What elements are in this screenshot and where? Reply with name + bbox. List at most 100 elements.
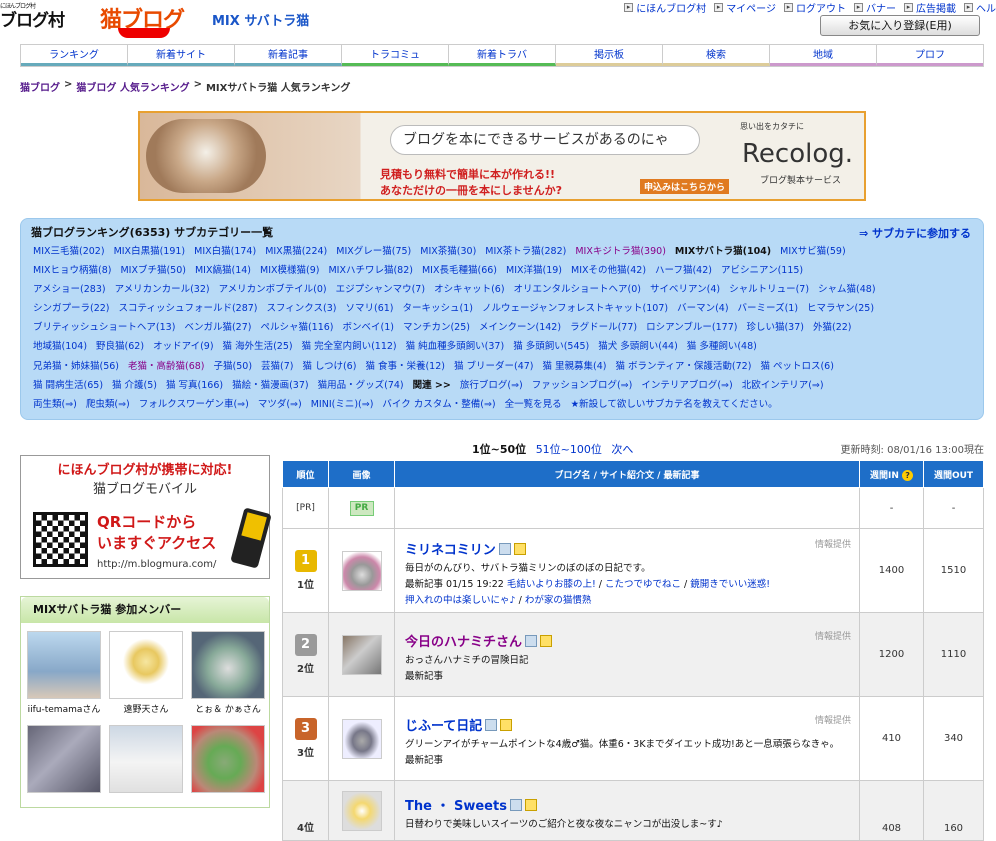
latest-link[interactable]: こたつでゆでねこ — [605, 579, 681, 590]
subcategory-link[interactable]: マンチカン(25) — [403, 322, 470, 333]
subcategory-link[interactable]: 芸猫(7) — [261, 361, 293, 372]
subcategory-link[interactable]: MIX長毛種猫(66) — [422, 265, 497, 276]
star-icon[interactable] — [524, 798, 537, 811]
tab-new-trackbacks[interactable]: 新着トラバ — [449, 45, 556, 66]
top-link-logout[interactable]: ▸ ログアウト — [784, 0, 846, 15]
subcategory-link[interactable]: 珍しい猫(37) — [746, 322, 804, 333]
ad-banner[interactable]: ブログを本にできるサービスがあるのにゃ 見積もり無料で簡単に本が作れる!! あな… — [138, 111, 866, 201]
subcategory-link[interactable]: 外猫(22) — [813, 322, 852, 333]
subcategory-link[interactable]: MIX黒猫(224) — [265, 246, 327, 257]
subcategory-link[interactable]: 猫 ボランティア・保護活動(72) — [615, 361, 751, 372]
subcategory-link[interactable]: 猫 里親募集(4) — [543, 361, 607, 372]
subcategory-link[interactable]: 猫 完全室内飼い(112) — [302, 341, 397, 352]
subcategory-link[interactable]: オリエンタルショートヘア(0) — [514, 284, 641, 295]
subcategory-link[interactable]: 猫用品・グッズ(74) — [318, 380, 404, 391]
subcategory-link[interactable]: MIX茶トラ猫(282) — [485, 246, 566, 257]
subcategory-link[interactable]: 子猫(50) — [214, 361, 253, 372]
latest-link[interactable]: わが家の猫慣熟 — [525, 595, 592, 606]
favorite-button[interactable]: お気に入り登録(E用) — [820, 15, 980, 36]
subcategory-link[interactable]: 旅行ブログ(⇒) — [460, 380, 523, 391]
subcategory-link[interactable]: ラグドール(77) — [570, 322, 637, 333]
subcategory-link[interactable]: マツダ(⇒) — [258, 399, 302, 410]
subcategory-link[interactable]: 猫 ペットロス(6) — [760, 361, 833, 372]
subcategory-link[interactable]: シャルトリュー(7) — [729, 284, 809, 295]
subcategory-link[interactable]: メインクーン(142) — [479, 322, 561, 333]
blog-thumbnail[interactable] — [341, 790, 382, 831]
subcategory-link[interactable]: MIXグレー猫(75) — [336, 246, 411, 257]
blog-name-link[interactable]: じふーて日記 — [405, 715, 853, 734]
subcategory-link[interactable]: アビシニアン(115) — [721, 265, 803, 276]
subcategory-link[interactable]: ヒマラヤン(25) — [807, 303, 874, 314]
profile-icon[interactable] — [498, 542, 511, 555]
star-icon[interactable] — [500, 718, 513, 731]
latest-link[interactable]: 鏡開きでいい迷惑! — [690, 579, 770, 590]
subcategory-link[interactable]: 兄弟猫・姉妹猫(56) — [33, 361, 119, 372]
tab-board[interactable]: 掲示板 — [556, 45, 663, 66]
subcategory-link[interactable]: MIXヒョウ柄猫(8) — [33, 265, 111, 276]
blog-name-link[interactable]: 今日のハナミチさん — [405, 631, 853, 650]
subcategory-link[interactable]: 猫 写真(166) — [166, 380, 223, 391]
pager-next-range[interactable]: 51位~100位 — [536, 443, 602, 456]
banner-cta[interactable]: 申込みはこちらから — [640, 179, 730, 194]
top-link-banner[interactable]: ▸ バナー — [854, 0, 896, 15]
top-link-home[interactable]: ▸ にほんブログ村 — [624, 0, 706, 15]
top-link-ads[interactable]: ▸ 広告掲載 — [904, 0, 956, 15]
top-link-help[interactable]: ▸ ヘル — [964, 0, 996, 15]
subcategory-link[interactable]: 猫犬 多頭飼い(44) — [598, 341, 678, 352]
subcategory-link[interactable]: ブリティッシュショートヘア(13) — [33, 322, 175, 333]
subcategory-logo[interactable]: MIX サバトラ猫 — [212, 10, 309, 29]
profile-icon[interactable] — [525, 634, 538, 647]
latest-link[interactable]: 毛結いよりお膝の上! — [507, 579, 596, 590]
breadcrumb-item[interactable]: 猫ブログ — [20, 79, 60, 94]
subcategory-link[interactable]: 猫 多頭飼い(545) — [513, 341, 589, 352]
subcategory-link[interactable]: MIX白黒猫(191) — [114, 246, 186, 257]
subcategory-link[interactable]: シャム猫(48) — [818, 284, 876, 295]
subcategory-link[interactable]: MIXその他猫(42) — [571, 265, 646, 276]
subcategory-link[interactable]: ファッションブログ(⇒) — [532, 380, 633, 391]
subcategory-link[interactable]: ペルシャ猫(116) — [260, 322, 333, 333]
member-item[interactable] — [189, 725, 267, 796]
member-item[interactable]: とぉ＆ かぁさん — [189, 631, 267, 715]
subcategory-link[interactable]: 猫 ブリーダー(47) — [454, 361, 534, 372]
subcategory-link[interactable]: 猫 食事・栄養(12) — [365, 361, 445, 372]
breadcrumb-item[interactable]: 猫ブログ 人気ランキング — [76, 79, 189, 94]
subcategory-link[interactable]: 全一覧を見る — [505, 399, 562, 410]
blog-thumbnail[interactable] — [341, 634, 382, 675]
subcategory-link[interactable]: 猫 介護(5) — [112, 380, 157, 391]
subcategory-link[interactable]: 猫絵・猫漫画(37) — [232, 380, 309, 391]
subcategory-link[interactable]: MIX三毛猫(202) — [33, 246, 105, 257]
subcategory-link[interactable]: 両生類(⇒) — [33, 399, 77, 410]
subcategory-link[interactable]: MIX茶猫(30) — [420, 246, 476, 257]
subcategory-link[interactable]: MIX白猫(174) — [194, 246, 256, 257]
subcategory-link[interactable]: 老猫・高齢猫(68) — [128, 361, 205, 372]
help-icon[interactable]: ? — [902, 469, 914, 481]
tab-search[interactable]: 検索 — [663, 45, 770, 66]
subcategory-link[interactable]: ソマリ(61) — [345, 303, 393, 314]
subcategory-link[interactable]: ノルウェージャンフォレストキャット(107) — [482, 303, 668, 314]
subcategory-link[interactable]: スフィンクス(3) — [267, 303, 337, 314]
subcategory-link[interactable]: ロシアンブルー(177) — [646, 322, 737, 333]
subcategory-link[interactable]: スコティッシュフォールド(287) — [119, 303, 258, 314]
blog-thumbnail[interactable] — [341, 718, 382, 759]
subcategory-link[interactable]: ターキッシュ(1) — [403, 303, 473, 314]
subcategory-link[interactable]: MIXハチワレ猫(82) — [328, 265, 413, 276]
star-icon[interactable] — [513, 542, 526, 555]
subcategory-link[interactable]: MIXキジトラ猫(390) — [575, 246, 666, 257]
join-subcategory-link[interactable]: ⇒ サブカテに参加する — [859, 225, 971, 241]
subcategory-link[interactable]: ★新設して欲しいサブカテ名を教えてください。 — [571, 399, 778, 410]
tab-profile[interactable]: プロフ — [877, 45, 983, 66]
subcategory-link[interactable]: バーマン(4) — [677, 303, 728, 314]
subcategory-link[interactable]: MIXブチ猫(50) — [120, 265, 186, 276]
subcategory-link[interactable]: 野良猫(62) — [96, 341, 144, 352]
subcategory-link[interactable]: オシキャット(6) — [434, 284, 504, 295]
subcategory-link[interactable]: MIXサビ猫(59) — [780, 246, 846, 257]
subcategory-link[interactable]: ベンガル猫(27) — [184, 322, 251, 333]
site-logo[interactable]: にほんブログ村 ブログ村 — [0, 3, 65, 31]
subcategory-link[interactable]: 猫 純血種多頭飼い(37) — [406, 341, 505, 352]
subcategory-link[interactable]: アメショー(283) — [33, 284, 106, 295]
subcategory-link[interactable]: 北欧インテリア(⇒) — [742, 380, 824, 391]
subcategory-link[interactable]: 猫 海外生活(25) — [223, 341, 293, 352]
blog-name-link[interactable]: The ・ Sweets — [405, 795, 853, 814]
subcategory-link[interactable]: サイベリアン(4) — [650, 284, 720, 295]
subcategory-link[interactable]: インテリアブログ(⇒) — [641, 380, 732, 391]
